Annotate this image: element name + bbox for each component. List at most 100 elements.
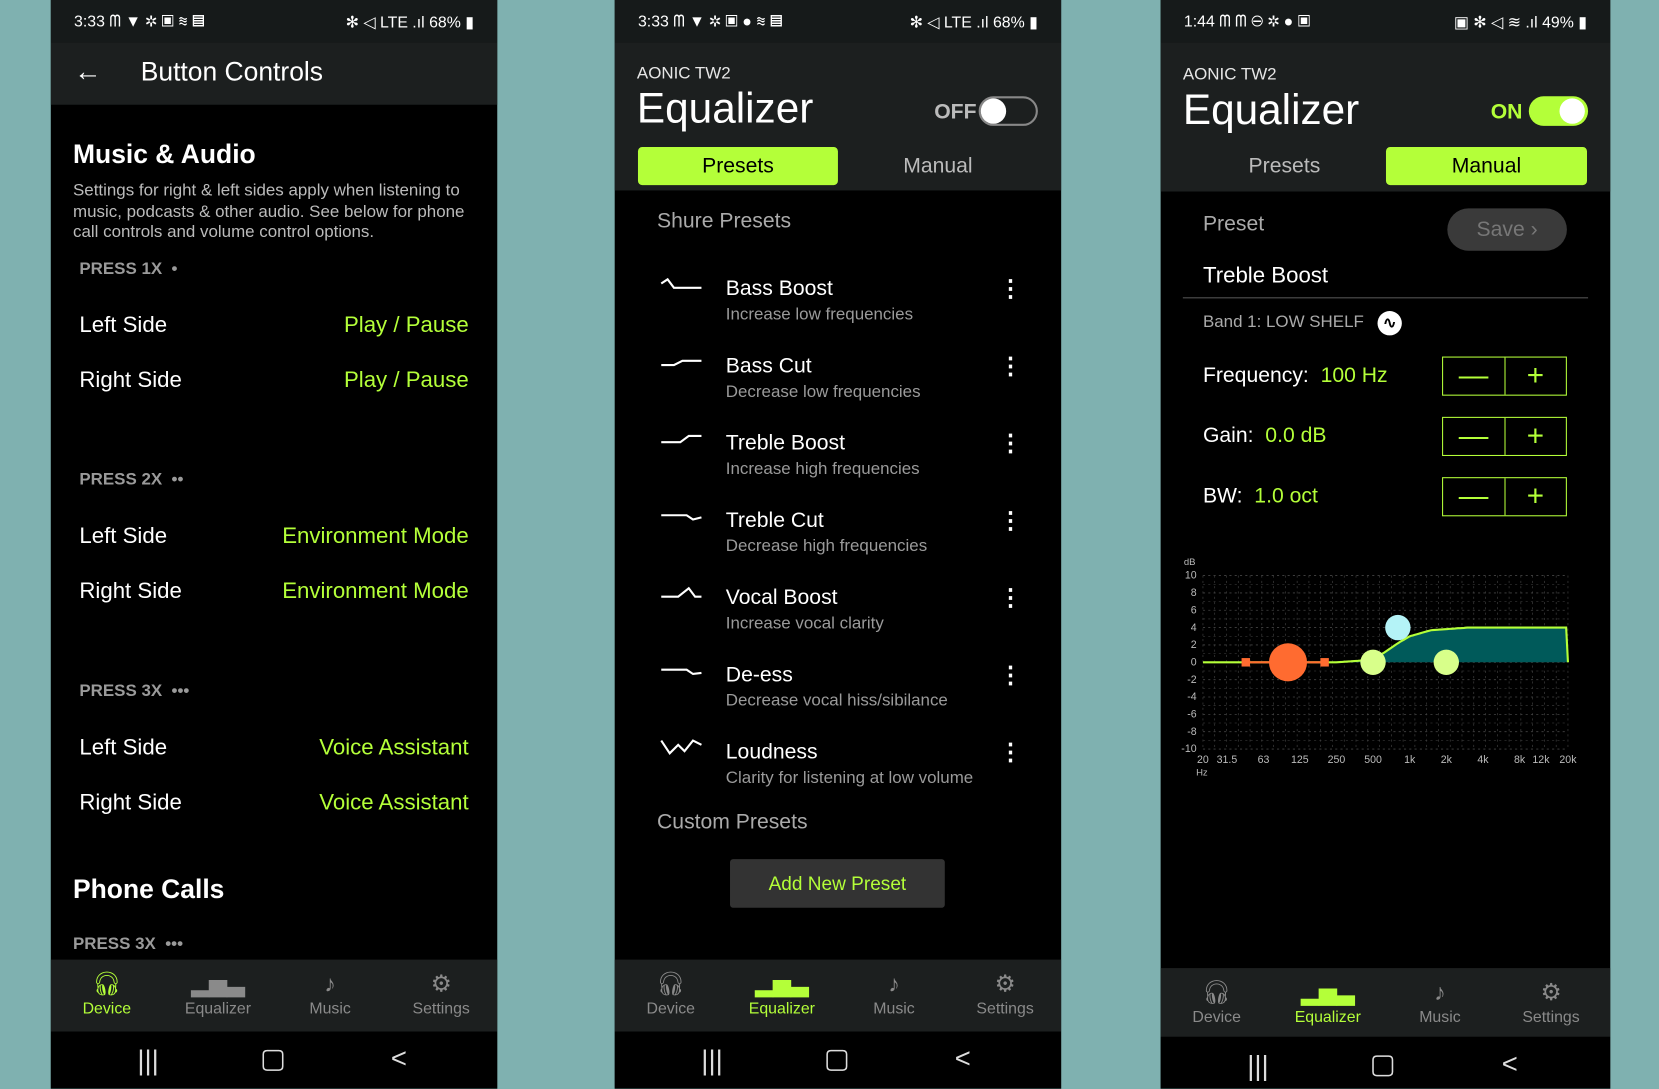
increment-button[interactable]: + bbox=[1503, 357, 1566, 395]
y-tick-label: -4 bbox=[1187, 691, 1197, 703]
band-point-3 bbox=[1385, 614, 1411, 641]
page-title: Button Controls bbox=[140, 57, 324, 87]
button-mapping-row[interactable]: Left Side Environment Mode bbox=[51, 524, 497, 556]
increment-button[interactable]: + bbox=[1503, 417, 1566, 455]
action-value[interactable]: Play / Pause bbox=[344, 368, 469, 393]
nav-music[interactable]: ♪ Music bbox=[841, 970, 947, 1018]
save-button[interactable]: Save › bbox=[1447, 208, 1567, 251]
add-new-preset-button[interactable]: Add New Preset bbox=[730, 859, 945, 908]
button-mapping-row[interactable]: Right Side Environment Mode bbox=[51, 579, 497, 611]
preset-name: Treble Boost bbox=[725, 431, 845, 455]
param-value[interactable]: 100 bbox=[1321, 364, 1356, 387]
tab-manual[interactable]: Manual bbox=[838, 147, 1038, 185]
nav-device[interactable]: 🎧︎ Device bbox=[1164, 979, 1270, 1027]
divider bbox=[1182, 297, 1589, 299]
nav-settings[interactable]: ⚙ Settings bbox=[388, 970, 494, 1018]
y-tick-label: 0 bbox=[1191, 656, 1197, 668]
recent-apps-icon[interactable]: ||| bbox=[1237, 1050, 1279, 1083]
tab-presets[interactable]: Presets bbox=[637, 147, 838, 186]
x-tick-label: 500 bbox=[1364, 754, 1382, 766]
headphones-icon: 🎧︎ bbox=[655, 970, 686, 997]
recent-apps-icon[interactable]: ||| bbox=[127, 1044, 169, 1077]
button-mapping-row[interactable]: Left Side Play / Pause bbox=[51, 313, 497, 345]
more-options-icon[interactable]: ⋮ bbox=[999, 738, 1022, 766]
bandwidth-handle bbox=[1320, 658, 1329, 667]
preset-item[interactable]: Vocal Boost Increase vocal clarity ⋮ bbox=[615, 584, 1061, 649]
shure-presets-heading: Shure Presets bbox=[657, 209, 792, 233]
more-options-icon[interactable]: ⋮ bbox=[999, 275, 1022, 303]
tab-manual[interactable]: Manual bbox=[1385, 147, 1587, 186]
nav-device[interactable]: 🎧︎ Device bbox=[618, 970, 724, 1018]
side-label: Left Side bbox=[79, 735, 168, 760]
phone-equalizer-manual: 1:44 ᗰ ᗰ ⊖ ✲ ● ▣ ▣ ✻ ◁ ≋ .ıl 49% ▮ AONIC… bbox=[1160, 0, 1611, 1089]
nav-equalizer[interactable]: ▂▅▃ Equalizer bbox=[165, 970, 271, 1018]
back-arrow-icon[interactable]: ← bbox=[74, 55, 102, 88]
signal-icons: ✻ ◁ LTE .ıl bbox=[909, 13, 989, 32]
home-icon[interactable]: ▢ bbox=[816, 1042, 858, 1075]
nav-music[interactable]: ♪ Music bbox=[277, 970, 383, 1018]
nav-device[interactable]: 🎧︎ Device bbox=[54, 970, 160, 1018]
action-value[interactable]: Environment Mode bbox=[282, 524, 468, 549]
action-value[interactable]: Voice Assistant bbox=[319, 790, 468, 815]
app-bar: ← Button Controls bbox=[50, 42, 498, 105]
action-value[interactable]: Environment Mode bbox=[282, 579, 468, 604]
decrement-button[interactable]: — bbox=[1443, 478, 1504, 515]
preset-item[interactable]: De-ess Decrease vocal hiss/sibilance ⋮ bbox=[615, 661, 1061, 726]
preset-description: Increase low frequencies bbox=[725, 305, 914, 324]
back-icon[interactable]: < bbox=[942, 1042, 984, 1075]
eq-toggle[interactable] bbox=[1528, 96, 1589, 126]
action-value[interactable]: Voice Assistant bbox=[319, 735, 468, 760]
eq-toggle-label: OFF bbox=[934, 100, 977, 124]
preset-item[interactable]: Treble Cut Decrease high frequencies ⋮ bbox=[615, 507, 1061, 572]
band-point-1 bbox=[1268, 643, 1308, 682]
eq-toggle[interactable] bbox=[978, 96, 1038, 126]
param-value[interactable]: 1.0 bbox=[1254, 485, 1283, 508]
y-tick-label: 10 bbox=[1185, 570, 1197, 582]
status-bar: 3:33 ᗰ ▼ ✲ ▣ ● ≋ ▤ ✻ ◁ LTE .ıl 68% ▮ bbox=[614, 0, 1062, 43]
more-options-icon[interactable]: ⋮ bbox=[999, 352, 1022, 380]
low-shelf-filter-icon[interactable]: ∿ bbox=[1377, 311, 1402, 336]
preset-item[interactable]: Bass Cut Decrease low frequencies ⋮ bbox=[615, 352, 1061, 417]
preset-item[interactable]: Treble Boost Increase high frequencies ⋮ bbox=[615, 430, 1061, 495]
decrement-button[interactable]: — bbox=[1443, 418, 1504, 455]
device-name: AONIC TW2 bbox=[636, 64, 731, 83]
loudness-curve-icon bbox=[660, 739, 702, 755]
back-icon[interactable]: < bbox=[378, 1042, 420, 1075]
press-label: PRESS 1X • bbox=[79, 260, 178, 279]
home-icon[interactable]: ▢ bbox=[1362, 1047, 1404, 1080]
band-label: Band 1: LOW SHELF bbox=[1202, 313, 1364, 332]
side-label: Right Side bbox=[79, 578, 182, 604]
nav-equalizer[interactable]: ▂▅▃ Equalizer bbox=[1275, 979, 1381, 1027]
system-nav: ||| ▢ < bbox=[1160, 1036, 1611, 1089]
tab-presets[interactable]: Presets bbox=[1184, 147, 1385, 185]
button-mapping-row[interactable]: Right Side Play / Pause bbox=[51, 368, 497, 400]
notification-icons: ᗰ ▼ ✲ ▣ ● ≋ ▤ bbox=[673, 12, 783, 31]
button-mapping-row[interactable]: Right Side Voice Assistant bbox=[51, 790, 497, 822]
more-options-icon[interactable]: ⋮ bbox=[999, 507, 1022, 535]
more-options-icon[interactable]: ⋮ bbox=[999, 661, 1022, 689]
notification-icons: ᗰ ᗰ ⊖ ✲ ● ▣ bbox=[1219, 12, 1311, 31]
preset-name: Treble Cut bbox=[725, 508, 824, 533]
treble-cut-curve-icon bbox=[661, 514, 702, 521]
increment-button[interactable]: + bbox=[1503, 478, 1566, 516]
action-value[interactable]: Play / Pause bbox=[344, 313, 469, 338]
bottom-nav: 🎧︎ Device ▂▅▃ Equalizer ♪ Music ⚙ Settings bbox=[614, 959, 1062, 1032]
preset-item[interactable]: Loudness Clarity for listening at low vol… bbox=[615, 738, 1061, 804]
param-value[interactable]: 0.0 bbox=[1265, 424, 1294, 447]
eq-response-chart[interactable]: dB1086420-2-4-6-8-1020 31.5 63 125 250 500 1k 2… bbox=[1161, 550, 1611, 783]
nav-music[interactable]: ♪ Music bbox=[1387, 979, 1493, 1027]
back-icon[interactable]: < bbox=[1489, 1047, 1531, 1080]
decrement-button[interactable]: — bbox=[1443, 358, 1504, 395]
button-mapping-row[interactable]: Left Side Voice Assistant bbox=[51, 735, 497, 767]
battery-level: 68% bbox=[429, 13, 461, 32]
recent-apps-icon[interactable]: ||| bbox=[691, 1044, 733, 1077]
nav-equalizer[interactable]: ▂▅▃ Equalizer bbox=[729, 970, 835, 1018]
preset-label: Preset bbox=[1202, 212, 1265, 236]
clock: 1:44 bbox=[1183, 12, 1215, 31]
home-icon[interactable]: ▢ bbox=[252, 1042, 294, 1075]
more-options-icon[interactable]: ⋮ bbox=[999, 584, 1022, 612]
preset-item[interactable]: Bass Boost Increase low frequencies ⋮ bbox=[615, 275, 1061, 340]
nav-settings[interactable]: ⚙ Settings bbox=[1498, 979, 1604, 1027]
nav-settings[interactable]: ⚙ Settings bbox=[952, 970, 1058, 1018]
more-options-icon[interactable]: ⋮ bbox=[999, 430, 1022, 458]
